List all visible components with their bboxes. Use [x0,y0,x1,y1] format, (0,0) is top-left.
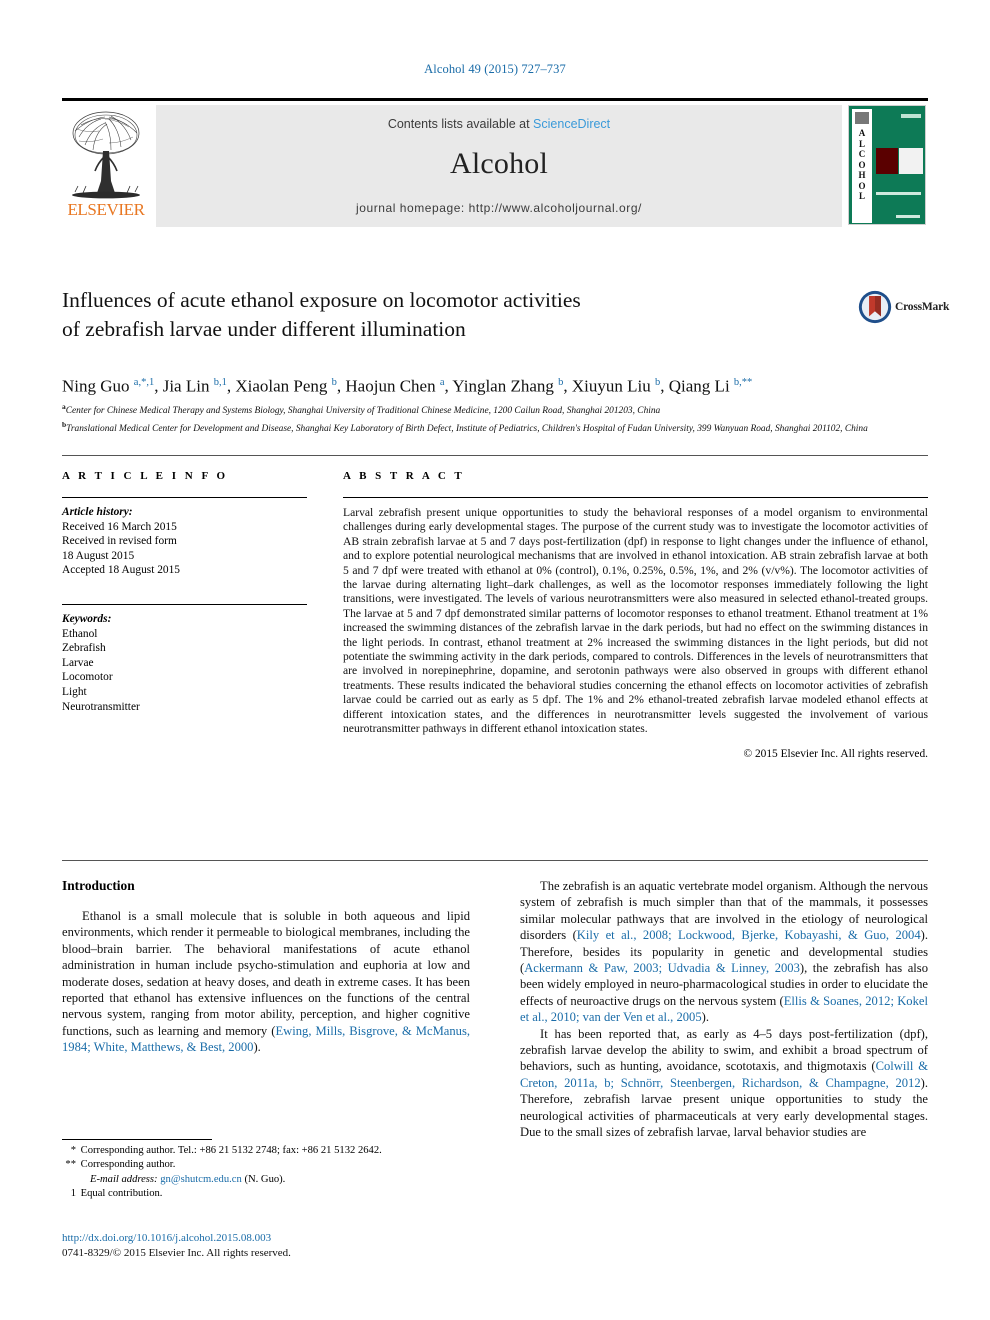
keywords-label: Keywords: [62,612,112,625]
sciencedirect-link[interactable]: ScienceDirect [533,117,610,131]
crossmark-icon [858,290,892,324]
history-item: Received 16 March 2015 [62,520,177,533]
affiliation-b-text: Translational Medical Center for Develop… [66,424,868,435]
body-column-left: Introduction Ethanol is a small molecule… [62,878,470,1056]
introduction-heading: Introduction [62,878,135,893]
footnote-equal-contribution: 1 Equal contribution. [62,1187,482,1201]
keyword-item: Ethanol [62,627,98,640]
affiliation-a: aCenter for Chinese Medical Therapy and … [62,402,661,417]
footnote-email-line: E-mail address: gn@shutcm.edu.cn (N. Guo… [62,1173,482,1187]
abstract-column: Larval zebrafish present unique opportun… [343,497,928,760]
keyword-item: Larvae [62,656,94,669]
contents-available-line: Contents lists available at ScienceDirec… [156,105,842,131]
journal-homepage-link[interactable]: journal homepage: http://www.alcoholjour… [156,201,842,215]
affiliations: aCenter for Chinese Medical Therapy and … [62,400,942,437]
abstract-text: Larval zebrafish present unique opportun… [343,506,928,736]
article-history-block: Article history: Received 16 March 2015 … [62,498,307,578]
crossmark-label: CrossMark [895,301,950,313]
intro-paragraph-2: The zebrafish is an aquatic vertebrate m… [520,879,929,1025]
footnotes-block: * Corresponding author. Tel.: +86 21 513… [62,1144,482,1202]
article-history-label: Article history: [62,506,133,518]
title-line-1: Influences of acute ethanol exposure on … [62,288,581,312]
cover-image-neuron [876,148,898,174]
body-column-right: The zebrafish is an aquatic vertebrate m… [520,878,928,1141]
masthead-center-panel: Contents lists available at ScienceDirec… [156,105,842,227]
intro-paragraph-1: Ethanol is a small molecule that is solu… [62,909,470,1055]
footnote-mark-one: 1 [70,1188,76,1200]
cover-image-traces [899,148,923,174]
article-info-heading: A R T I C L E I N F O [62,470,229,482]
abstract-copyright: © 2015 Elsevier Inc. All rights reserved… [743,747,928,760]
journal-title: Alcohol [449,147,549,180]
email-address-link[interactable]: gn@shutcm.edu.cn [160,1174,242,1185]
intro-paragraph-3: It has been reported that, as early as 4… [520,1026,928,1140]
footnote-text-3: Equal contribution. [80,1188,163,1200]
keyword-item: Neurotransmitter [62,700,140,713]
contents-prefix: Contents lists available at [387,117,534,131]
footnote-text-2: Corresponding author. [80,1159,176,1171]
footnote-corresponding-1: * Corresponding author. Tel.: +86 21 513… [62,1144,482,1158]
footnote-corresponding-2: ** Corresponding author. [62,1158,482,1172]
history-item: Received in revised form [62,535,177,548]
author-list: Ning Guo a,*,1, Jia Lin b,1, Xiaolan Pen… [62,376,753,396]
history-item: Accepted 18 August 2015 [62,564,180,577]
journal-masthead: ELSEVIER Contents lists available at Sci… [62,98,928,227]
info-section-divider [62,455,928,456]
keyword-item: Locomotor [62,671,113,684]
article-info-column: Article history: Received 16 March 2015 … [62,497,307,714]
elsevier-wordmark: ELSEVIER [67,200,145,219]
body-section-divider [62,860,928,861]
keywords-block: Keywords: Ethanol Zebrafish Larvae Locom… [62,605,307,714]
journal-cover-thumbnail: ALCOHOL [848,105,928,227]
affiliation-b: bTranslational Medical Center for Develo… [62,420,868,435]
paper-page: Alcohol 49 (2015) 727–737 ELSEVIER Conte… [0,0,990,1320]
footnote-mark-asterisk: * [70,1145,76,1156]
cover-journal-letters: ALCOHOL [858,128,866,201]
email-owner: (N. Guo). [244,1173,286,1185]
footnote-mark-double-asterisk: ** [65,1159,76,1171]
page-title: Influences of acute ethanol exposure on … [62,286,782,344]
keyword-item: Zebrafish [62,642,106,655]
running-head: Alcohol 49 (2015) 727–737 [424,62,566,76]
keyword-item: Light [62,685,87,698]
affiliation-a-text: Center for Chinese Medical Therapy and S… [65,406,661,417]
abstract-heading: A B S T R A C T [343,470,465,482]
elsevier-tree-icon [72,111,140,199]
crossmark-badge[interactable]: CrossMark [858,283,950,331]
elsevier-logo: ELSEVIER [62,105,150,227]
footnote-divider [62,1139,212,1140]
history-item: 18 August 2015 [62,549,135,562]
footer-block: http://dx.doi.org/10.1016/j.alcohol.2015… [62,1231,482,1260]
cover-publisher-logo-icon [855,112,869,124]
email-address-label: E-mail address: [90,1173,158,1185]
doi-link[interactable]: http://dx.doi.org/10.1016/j.alcohol.2015… [62,1231,482,1246]
issn-copyright: 0741-8329/© 2015 Elsevier Inc. All right… [62,1246,291,1259]
title-line-2: of zebrafish larvae under different illu… [62,317,466,341]
footnote-text-1: Corresponding author. Tel.: +86 21 5132 … [80,1145,382,1156]
